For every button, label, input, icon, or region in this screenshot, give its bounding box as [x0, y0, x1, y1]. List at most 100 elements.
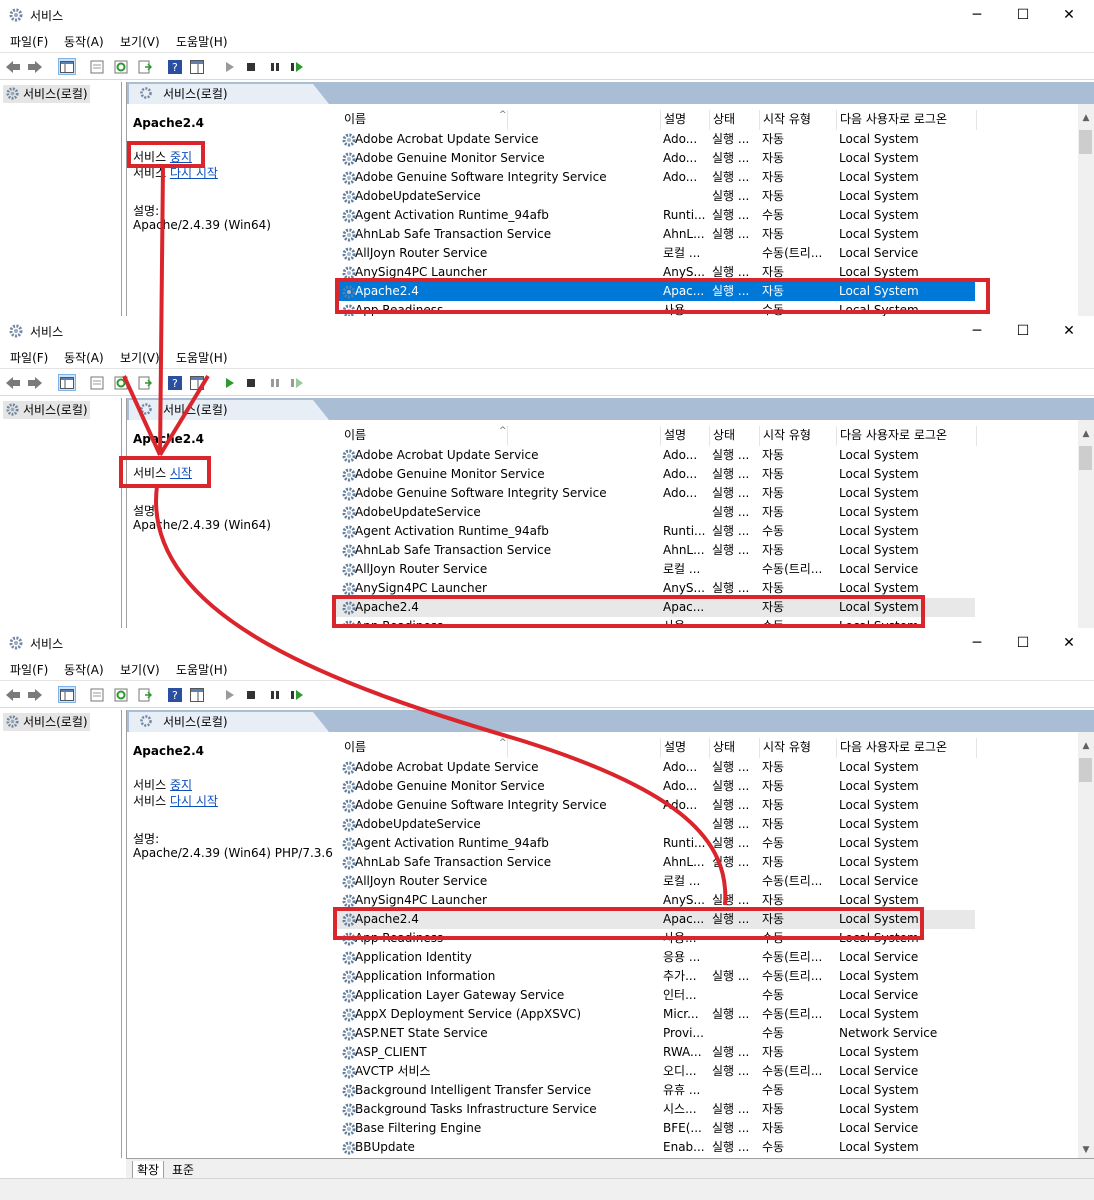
- service-row[interactable]: AhnLab Safe Transaction Service AhnL... 실행…: [335, 541, 975, 560]
- service-row[interactable]: Adobe Genuine Software Integrity Service…: [335, 484, 975, 503]
- service-row[interactable]: App Readiness 사용... 수동 Local System: [335, 617, 975, 628]
- export-list-icon[interactable]: [136, 58, 154, 75]
- tree-item-services-local[interactable]: 서비스(로컬): [3, 85, 90, 103]
- scroll-up-icon[interactable]: ▲: [1078, 426, 1094, 442]
- service-row-apache[interactable]: Apache2.4 Apac... 실행 ... 자동 Local System: [335, 910, 975, 929]
- maximize-button[interactable]: ☐: [1000, 628, 1046, 658]
- show-hide-action-pane-icon[interactable]: [188, 686, 206, 703]
- service-row[interactable]: Adobe Genuine Monitor Service Ado... 실행 ..…: [335, 149, 975, 168]
- service-row[interactable]: Adobe Genuine Software Integrity Service…: [335, 168, 975, 187]
- service-row[interactable]: Adobe Genuine Monitor Service Ado... 실행 ..…: [335, 465, 975, 484]
- service-row[interactable]: Adobe Genuine Monitor Service Ado... 실행 ..…: [335, 777, 975, 796]
- menu-help[interactable]: 도움말(H): [176, 661, 228, 678]
- menu-help[interactable]: 도움말(H): [176, 33, 228, 50]
- column-header-startup-type[interactable]: 시작 유형: [760, 426, 837, 446]
- column-header-logon-as[interactable]: 다음 사용자로 로그온: [837, 738, 977, 758]
- service-row[interactable]: AllJoyn Router Service 로컬 ... 수동(트리... Loca…: [335, 244, 975, 263]
- forward-icon[interactable]: [26, 686, 44, 703]
- console-tree-icon[interactable]: [58, 58, 76, 75]
- help-icon[interactable]: ?: [166, 58, 184, 75]
- export-list-icon[interactable]: [136, 686, 154, 703]
- properties-icon[interactable]: [88, 686, 106, 703]
- service-row[interactable]: AllJoyn Router Service 로컬 ... 수동(트리... Loca…: [335, 872, 975, 891]
- stop-service-link[interactable]: 중지: [170, 778, 192, 792]
- close-button[interactable]: ✕: [1046, 628, 1092, 658]
- service-row[interactable]: Application Identity 응용 ... 수동(트리... Local …: [335, 948, 975, 967]
- show-hide-action-pane-icon[interactable]: [188, 374, 206, 391]
- refresh-icon[interactable]: [112, 58, 130, 75]
- restart-service-icon[interactable]: [288, 686, 306, 703]
- menu-help[interactable]: 도움말(H): [176, 349, 228, 366]
- service-row[interactable]: Agent Activation Runtime_94afb Runti... 실행…: [335, 834, 975, 853]
- menu-file[interactable]: 파일(F): [10, 661, 48, 678]
- restart-service-link[interactable]: 다시 시작: [170, 166, 218, 180]
- show-hide-action-pane-icon[interactable]: [188, 58, 206, 75]
- console-tree-icon[interactable]: [58, 686, 76, 703]
- scroll-thumb[interactable]: [1079, 446, 1092, 470]
- column-header-status[interactable]: 상태: [710, 110, 760, 130]
- menu-view[interactable]: 보기(V): [120, 33, 160, 50]
- scroll-thumb[interactable]: [1079, 130, 1092, 154]
- tab-extended[interactable]: 확장: [132, 1161, 165, 1179]
- properties-icon[interactable]: [88, 58, 106, 75]
- service-row[interactable]: AVCTP 서비스 오디... 실행 ... 수동(트리... Local Servic…: [335, 1062, 975, 1081]
- minimize-button[interactable]: ─: [954, 0, 1000, 30]
- service-row[interactable]: AdobeUpdateService 실행 ... 자동 Local System: [335, 503, 975, 522]
- start-service-icon[interactable]: [220, 374, 238, 391]
- start-service-icon[interactable]: [220, 686, 238, 703]
- service-row[interactable]: AppX Deployment Service (AppXSVC) Micr...…: [335, 1005, 975, 1024]
- service-row[interactable]: AhnLab Safe Transaction Service AhnL... 실행…: [335, 225, 975, 244]
- stop-service-icon[interactable]: [242, 686, 260, 703]
- maximize-button[interactable]: ☐: [1000, 316, 1046, 346]
- column-header-logon-as[interactable]: 다음 사용자로 로그온: [837, 110, 977, 130]
- service-row[interactable]: AdobeUpdateService 실행 ... 자동 Local System: [335, 815, 975, 834]
- scroll-thumb[interactable]: [1079, 758, 1092, 782]
- stop-service-icon[interactable]: [242, 58, 260, 75]
- menu-file[interactable]: 파일(F): [10, 349, 48, 366]
- column-header-description[interactable]: 설명: [661, 426, 710, 446]
- vertical-scrollbar[interactable]: ▲ ▼: [1078, 732, 1094, 1158]
- column-header-logon-as[interactable]: 다음 사용자로 로그온: [837, 426, 977, 446]
- menu-view[interactable]: 보기(V): [120, 349, 160, 366]
- help-icon[interactable]: ?: [166, 686, 184, 703]
- column-header-status[interactable]: 상태: [710, 426, 760, 446]
- service-row[interactable]: ASP_CLIENT RWA... 실행 ... 자동 Local System: [335, 1043, 975, 1062]
- service-row[interactable]: BBUpdate Enab... 실행 ... 수동 Local System: [335, 1138, 975, 1157]
- pause-service-icon[interactable]: [266, 686, 284, 703]
- column-header-description[interactable]: 설명: [661, 110, 710, 130]
- export-list-icon[interactable]: [136, 374, 154, 391]
- vertical-scrollbar[interactable]: ▲: [1078, 104, 1094, 316]
- service-row[interactable]: App Readiness 사용... 수동 Local System: [335, 929, 975, 948]
- start-service-icon[interactable]: [220, 58, 238, 75]
- service-row[interactable]: AhnLab Safe Transaction Service AhnL... 실행…: [335, 853, 975, 872]
- column-header-status[interactable]: 상태: [710, 738, 760, 758]
- service-row[interactable]: Adobe Acrobat Update Service Ado... 실행 ...…: [335, 446, 975, 465]
- properties-icon[interactable]: [88, 374, 106, 391]
- service-row[interactable]: ASP.NET State Service Provi... 수동 Network S…: [335, 1024, 975, 1043]
- menu-action[interactable]: 동작(A): [64, 349, 104, 366]
- back-icon[interactable]: [4, 686, 22, 703]
- service-row[interactable]: AnySign4PC Launcher AnyS... 실행 ... 자동 Local …: [335, 891, 975, 910]
- tree-item-services-local[interactable]: 서비스(로컬): [3, 713, 90, 731]
- pause-service-icon[interactable]: [266, 374, 284, 391]
- service-row[interactable]: Application Information 추가... 실행 ... 수동(트리.…: [335, 967, 975, 986]
- scroll-up-icon[interactable]: ▲: [1078, 738, 1094, 754]
- service-row[interactable]: Application Layer Gateway Service 인터... 수동…: [335, 986, 975, 1005]
- start-service-link[interactable]: 시작: [170, 466, 192, 480]
- minimize-button[interactable]: ─: [954, 316, 1000, 346]
- service-row[interactable]: Background Tasks Infrastructure Service 시…: [335, 1100, 975, 1119]
- tree-item-services-local[interactable]: 서비스(로컬): [3, 401, 90, 419]
- pause-service-icon[interactable]: [266, 58, 284, 75]
- service-row[interactable]: AnySign4PC Launcher AnyS... 실행 ... 자동 Local …: [335, 263, 975, 282]
- service-row[interactable]: AllJoyn Router Service 로컬 ... 수동(트리... Loca…: [335, 560, 975, 579]
- service-row-apache[interactable]: Apache2.4 Apac... 자동 Local System: [335, 598, 975, 617]
- service-row[interactable]: App Readiness 사용... 수동 Local System: [335, 301, 975, 316]
- stop-service-icon[interactable]: [242, 374, 260, 391]
- console-tree-icon[interactable]: [58, 374, 76, 391]
- service-row[interactable]: AdobeUpdateService 실행 ... 자동 Local System: [335, 187, 975, 206]
- close-button[interactable]: ✕: [1046, 316, 1092, 346]
- menu-action[interactable]: 동작(A): [64, 661, 104, 678]
- back-icon[interactable]: [4, 58, 22, 75]
- menu-action[interactable]: 동작(A): [64, 33, 104, 50]
- back-icon[interactable]: [4, 374, 22, 391]
